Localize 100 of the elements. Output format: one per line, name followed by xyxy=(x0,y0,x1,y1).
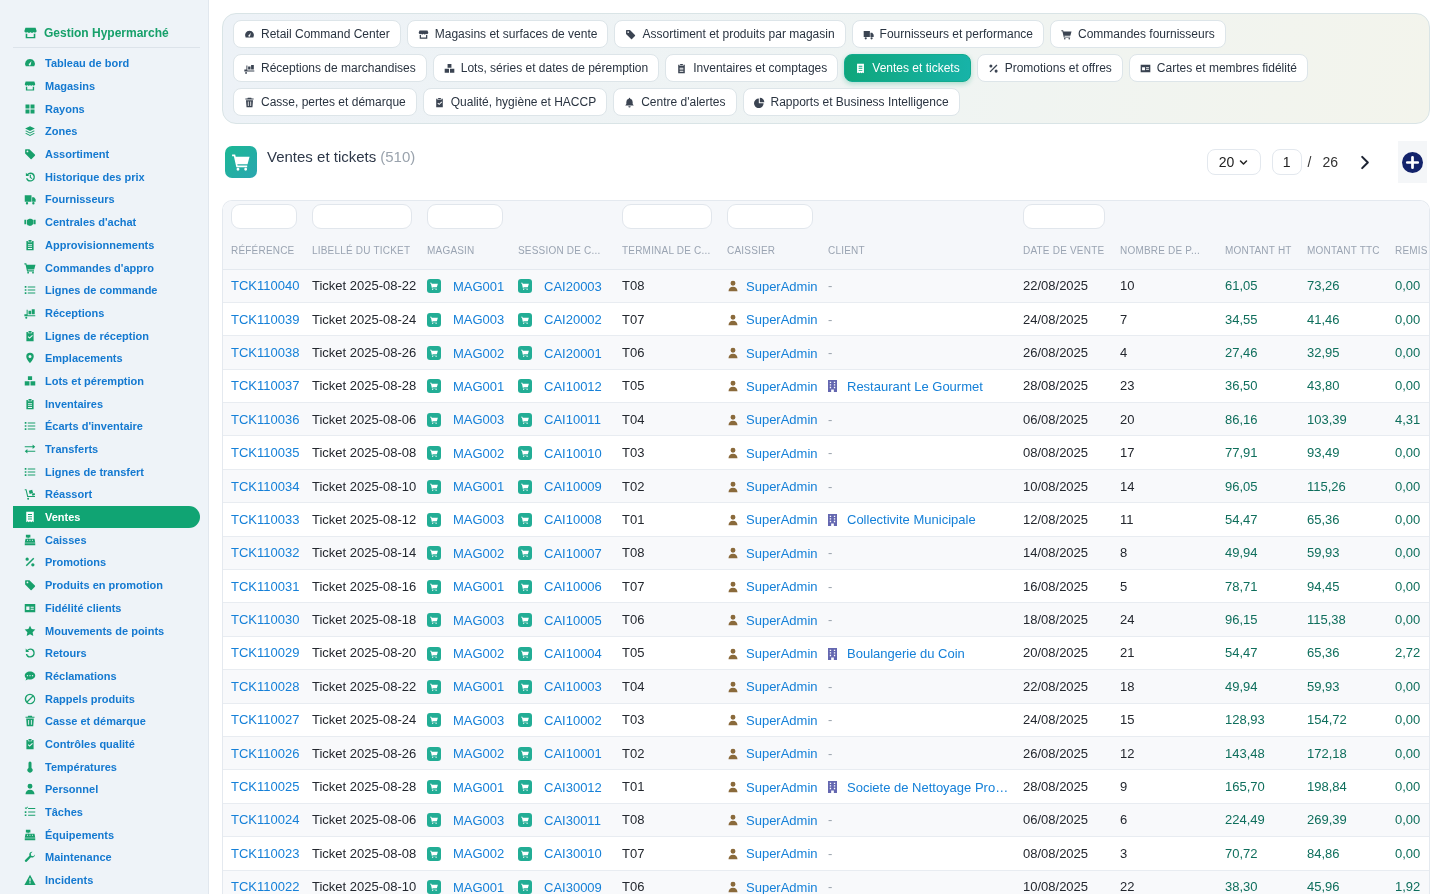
client-link[interactable]: Restaurant Le Gourmet xyxy=(847,378,983,394)
session-link[interactable]: CAI10008 xyxy=(544,512,602,528)
sidebar-item[interactable]: Tableau de bord xyxy=(13,52,200,75)
filter-field[interactable] xyxy=(231,204,297,229)
session-link[interactable]: CAI30012 xyxy=(544,779,602,795)
nav-tab[interactable]: Qualité, hygiène et HACCP xyxy=(422,88,608,116)
nav-tab[interactable]: Retail Command Center xyxy=(233,20,401,48)
sidebar-item[interactable]: Transferts xyxy=(13,437,200,461)
cashier-link[interactable]: SuperAdmin xyxy=(746,779,818,795)
client-link[interactable]: Societe de Nettoyage Pro… xyxy=(847,779,1009,795)
ticket-link[interactable]: TCK110035 xyxy=(231,445,300,461)
sidebar-item[interactable]: Réassort xyxy=(13,483,200,506)
sidebar-item[interactable]: Casse et démarque xyxy=(13,709,200,733)
session-link[interactable]: CAI10010 xyxy=(544,445,602,461)
sidebar-item[interactable]: Retours xyxy=(13,641,200,665)
sidebar-item[interactable]: Historique des prix xyxy=(13,165,200,189)
sidebar-item[interactable]: Équipements xyxy=(13,823,200,847)
session-link[interactable]: CAI10004 xyxy=(544,646,602,661)
sidebar-item[interactable]: Réceptions xyxy=(13,301,200,325)
sidebar-item[interactable]: Mouvements de points xyxy=(13,619,200,642)
sidebar-item[interactable]: Personnel xyxy=(13,778,200,801)
sidebar-item[interactable]: Promotions xyxy=(13,551,200,574)
nav-tab[interactable]: Promotions et offres xyxy=(976,54,1123,82)
store-link[interactable]: MAG002 xyxy=(453,646,505,661)
filter-field[interactable] xyxy=(727,204,813,229)
sidebar-item[interactable]: Ventes xyxy=(13,505,200,529)
page-input[interactable]: 1 xyxy=(1271,149,1302,175)
store-link[interactable]: MAG003 xyxy=(453,512,505,528)
add-button[interactable] xyxy=(1398,141,1427,183)
nav-tab[interactable]: Casse, pertes et démarque xyxy=(233,88,417,116)
sidebar-item[interactable]: Centrales d'achat xyxy=(13,210,200,234)
cashier-link[interactable]: SuperAdmin xyxy=(746,312,818,328)
sidebar-item[interactable]: Lignes de commande xyxy=(13,278,200,302)
session-link[interactable]: CAI10006 xyxy=(544,579,602,595)
cashier-link[interactable]: SuperAdmin xyxy=(746,646,818,661)
ticket-link[interactable]: TCK110037 xyxy=(231,378,300,394)
store-link[interactable]: MAG003 xyxy=(453,712,505,728)
session-link[interactable]: CAI10002 xyxy=(544,712,602,728)
nav-tab[interactable]: Ventes et tickets xyxy=(844,54,971,82)
sidebar-item[interactable]: Maintenance xyxy=(13,846,200,869)
cashier-link[interactable]: SuperAdmin xyxy=(746,512,818,528)
sidebar-item[interactable]: Magasins xyxy=(13,74,200,98)
session-link[interactable]: CAI20002 xyxy=(544,312,602,328)
page-size-select[interactable]: 20 xyxy=(1206,149,1261,175)
sidebar-item[interactable]: Écarts d'inventaire xyxy=(13,415,200,438)
sidebar-item[interactable]: Produits en promotion xyxy=(13,573,200,597)
nav-tab[interactable]: Commandes fournisseurs xyxy=(1050,20,1226,48)
sidebar-item[interactable]: Caisses xyxy=(13,528,200,552)
store-link[interactable]: MAG002 xyxy=(453,846,505,862)
nav-tab[interactable]: Magasins et surfaces de vente xyxy=(406,20,609,48)
cashier-link[interactable]: SuperAdmin xyxy=(746,579,818,595)
sidebar-item[interactable]: Contrôles qualité xyxy=(13,732,200,756)
sidebar-item[interactable]: Fidélité clients xyxy=(13,596,200,620)
filter-field[interactable] xyxy=(427,204,503,229)
sidebar-item[interactable]: Lots et péremption xyxy=(13,369,200,393)
ticket-link[interactable]: TCK110023 xyxy=(231,845,300,861)
sidebar-item[interactable]: Fournisseurs xyxy=(13,188,200,211)
client-link[interactable]: Collectivite Municipale xyxy=(847,512,976,528)
nav-tab[interactable]: Assortiment et produits par magasin xyxy=(614,20,846,48)
store-link[interactable]: MAG001 xyxy=(453,779,505,795)
sidebar-item[interactable]: Emplacements xyxy=(13,346,200,370)
store-link[interactable]: MAG002 xyxy=(453,445,505,461)
store-link[interactable]: MAG001 xyxy=(453,579,505,595)
ticket-link[interactable]: TCK110027 xyxy=(231,712,300,728)
nav-tab[interactable]: Fournisseurs et performance xyxy=(851,20,1044,48)
filter-field[interactable] xyxy=(1023,204,1105,229)
sidebar-item[interactable]: Assortiment xyxy=(13,142,200,166)
cashier-link[interactable]: SuperAdmin xyxy=(746,846,818,862)
store-link[interactable]: MAG003 xyxy=(453,312,505,328)
sidebar-item[interactable]: Réclamations xyxy=(13,664,200,688)
ticket-link[interactable]: TCK110025 xyxy=(231,779,300,795)
ticket-link[interactable]: TCK110039 xyxy=(231,311,300,327)
sidebar-item[interactable]: Rayons xyxy=(13,97,200,121)
nav-tab[interactable]: Réceptions de marchandises xyxy=(233,54,427,82)
sidebar-item[interactable]: Zones xyxy=(13,120,200,143)
cashier-link[interactable]: SuperAdmin xyxy=(746,378,818,394)
sidebar-item[interactable]: Tâches xyxy=(13,800,200,824)
nav-tab[interactable]: Cartes et membres fidélité xyxy=(1128,54,1308,82)
sidebar-item[interactable]: Températures xyxy=(13,755,200,778)
ticket-link[interactable]: TCK110029 xyxy=(231,645,300,661)
sidebar-item[interactable]: Inventaires xyxy=(13,392,200,415)
sidebar-item[interactable]: Incidents xyxy=(13,868,200,892)
nav-tab[interactable]: Centre d'alertes xyxy=(613,88,737,116)
client-link[interactable]: Boulangerie du Coin xyxy=(847,646,965,661)
sidebar-item[interactable]: Lignes de réception xyxy=(13,324,200,347)
sidebar-item[interactable]: Commandes d'appro xyxy=(13,256,200,279)
cashier-link[interactable]: SuperAdmin xyxy=(746,712,818,728)
nav-tab[interactable]: Inventaires et comptages xyxy=(665,54,839,82)
nav-tab[interactable]: Lots, séries et dates de péremption xyxy=(432,54,660,82)
sidebar-item[interactable]: Lignes de transfert xyxy=(13,460,200,484)
session-link[interactable]: CAI30010 xyxy=(544,846,602,862)
sidebar-item[interactable]: Approvisionnements xyxy=(13,233,200,257)
session-link[interactable]: CAI10012 xyxy=(544,378,602,394)
filter-field[interactable] xyxy=(312,204,412,229)
cashier-link[interactable]: SuperAdmin xyxy=(746,445,818,461)
sidebar-item[interactable]: Rappels produits xyxy=(13,687,200,710)
next-page-button[interactable] xyxy=(1360,154,1370,170)
filter-field[interactable] xyxy=(622,204,712,229)
store-link[interactable]: MAG001 xyxy=(453,378,505,394)
nav-tab[interactable]: Rapports et Business Intelligence xyxy=(742,88,960,116)
